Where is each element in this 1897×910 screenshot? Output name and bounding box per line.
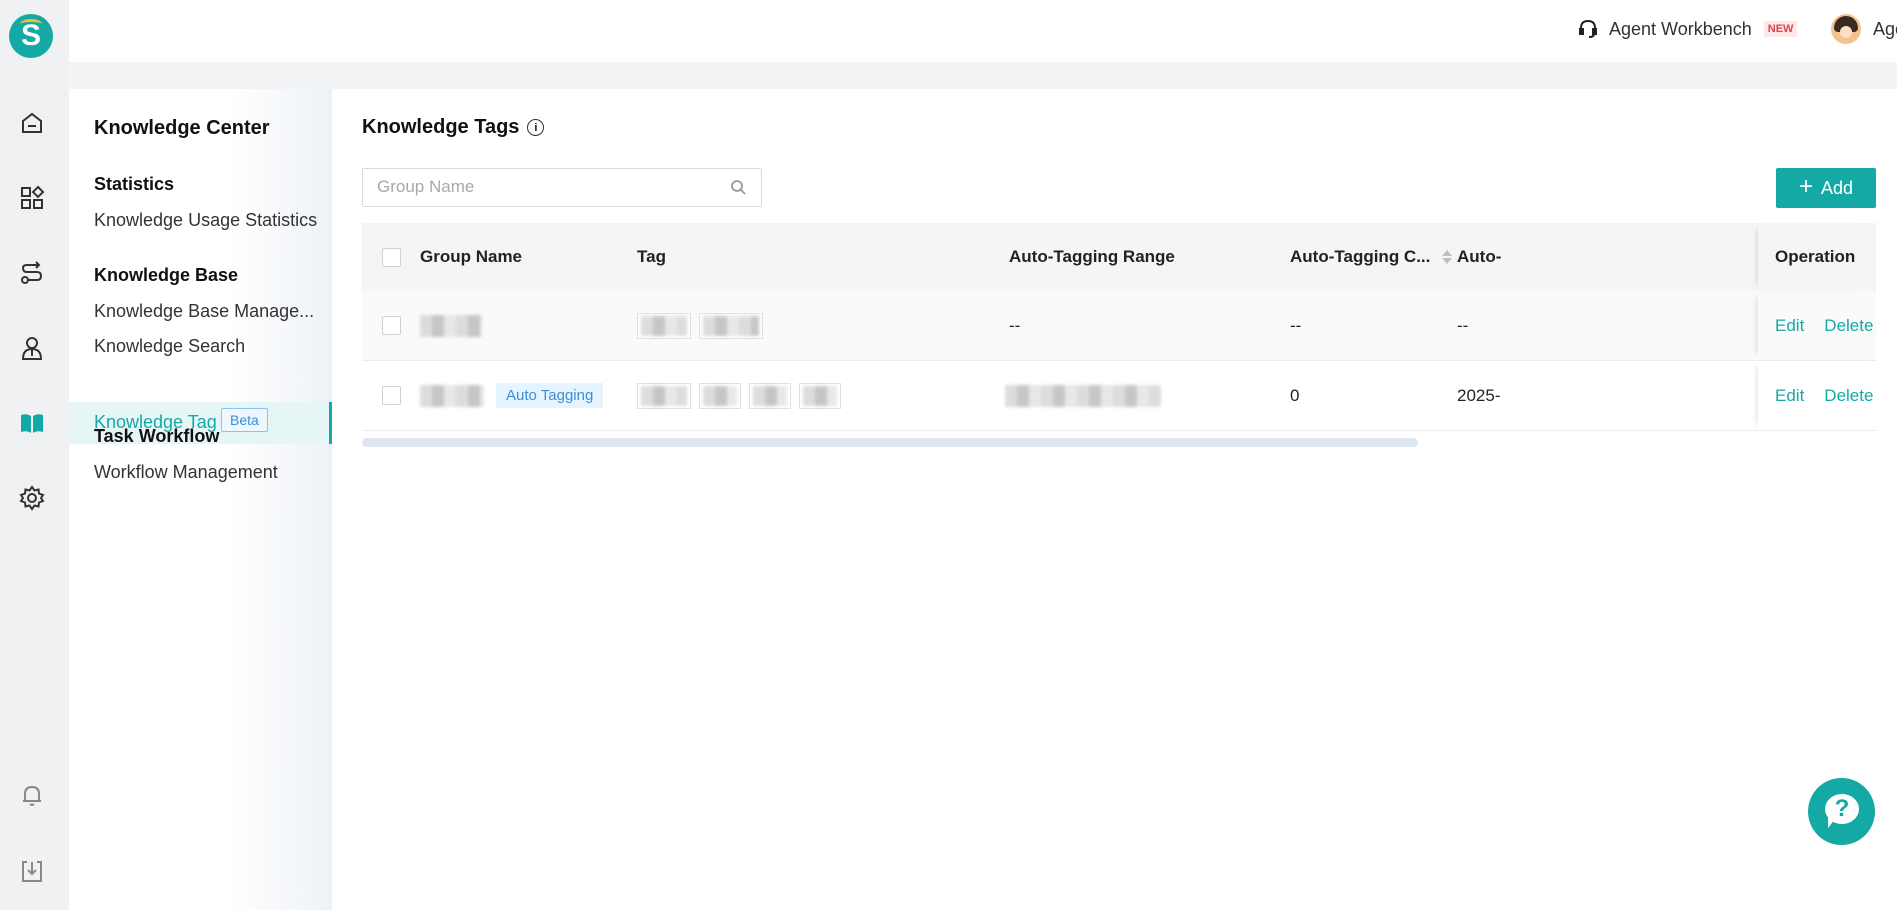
top-bar: Agent Workbench NEW Agent bbox=[69, 0, 1897, 62]
sort-icon[interactable] bbox=[1442, 250, 1453, 264]
group-name-cell: Auto Tagging bbox=[420, 361, 604, 430]
tag-chip bbox=[699, 312, 763, 339]
horizontal-scrollbar[interactable] bbox=[362, 438, 1418, 447]
plus-icon: + bbox=[1798, 173, 1813, 200]
knowledge-center-nav: Knowledge Center Statistics Knowledge Us… bbox=[69, 89, 332, 910]
help-bubble-tail bbox=[1828, 818, 1836, 828]
column-group-name: Group Name bbox=[420, 247, 523, 266]
nav-item-knowledge-usage-statistics[interactable]: Knowledge Usage Statistics bbox=[94, 210, 317, 231]
column-operation: Operation bbox=[1775, 247, 1856, 266]
auto-time-cell: 2025- bbox=[1457, 385, 1501, 405]
add-button[interactable]: + Add bbox=[1776, 168, 1876, 208]
agent-workbench-label: Agent Workbench bbox=[1609, 18, 1752, 39]
auto-time-cell: -- bbox=[1457, 315, 1469, 335]
nav-item-knowledge-search[interactable]: Knowledge Search bbox=[94, 336, 245, 357]
search-input[interactable] bbox=[363, 169, 703, 205]
user-menu[interactable]: Agent bbox=[1831, 14, 1897, 44]
nav-section-task-workflow: Task Workflow bbox=[94, 426, 220, 446]
info-icon[interactable]: i bbox=[527, 119, 545, 136]
row-checkbox[interactable] bbox=[382, 361, 401, 430]
new-badge: NEW bbox=[1763, 21, 1798, 37]
user-name: Agent bbox=[1873, 18, 1897, 39]
agent-workbench-link[interactable]: Agent Workbench NEW bbox=[1577, 18, 1798, 40]
app-logo[interactable]: S bbox=[9, 14, 53, 58]
column-auto-tagging-range: Auto-Tagging Range bbox=[1009, 247, 1175, 266]
operation-column-header: Operation bbox=[1758, 223, 1876, 291]
tag-chip bbox=[749, 382, 791, 409]
routing-icon[interactable] bbox=[17, 258, 47, 288]
column-tag: Tag bbox=[637, 247, 666, 266]
group-name-cell bbox=[420, 291, 490, 360]
auto-tagging-count-cell: -- bbox=[1290, 315, 1302, 335]
operation-links: Edit Delete bbox=[1775, 361, 1893, 430]
tag-cell bbox=[637, 291, 771, 360]
auto-tagging-range-cell: -- bbox=[1009, 315, 1021, 335]
avatar bbox=[1831, 14, 1861, 44]
tag-chip bbox=[637, 312, 691, 339]
page-title: Knowledge Tags i bbox=[362, 116, 545, 139]
column-auto-tagging-count[interactable]: Auto-Tagging C... bbox=[1290, 223, 1453, 291]
operation-cell: Edit Delete bbox=[1758, 291, 1876, 360]
table-row: Auto Tagging 0 2025- Edit Delete bbox=[362, 361, 1876, 431]
knowledge-book-icon[interactable] bbox=[17, 408, 47, 438]
search-icon[interactable] bbox=[730, 179, 747, 196]
column-auto-tagging-count-label: Auto-Tagging C... bbox=[1290, 247, 1431, 266]
select-all-checkbox[interactable] bbox=[382, 223, 401, 291]
nav-section-knowledge-base: Knowledge Base bbox=[94, 265, 239, 285]
help-button[interactable]: ? bbox=[1808, 778, 1875, 845]
auto-tagging-range-cell bbox=[1005, 361, 1169, 430]
tag-chip bbox=[699, 382, 741, 409]
edit-link[interactable]: Edit bbox=[1775, 316, 1804, 336]
main-panel: Knowledge Tags i + Add Group Name Tag Au… bbox=[332, 89, 1897, 910]
page-title-text: Knowledge Tags bbox=[362, 116, 520, 138]
group-name-search bbox=[362, 168, 762, 207]
column-auto-time: Auto- bbox=[1457, 247, 1502, 266]
row-checkbox[interactable] bbox=[382, 291, 401, 360]
bell-icon[interactable] bbox=[17, 780, 47, 810]
nav-title: Knowledge Center bbox=[94, 117, 270, 139]
apps-icon[interactable] bbox=[17, 183, 47, 213]
auto-tagging-count-cell: 0 bbox=[1290, 385, 1300, 405]
delete-link[interactable]: Delete bbox=[1824, 386, 1873, 406]
add-button-label: Add bbox=[1820, 177, 1854, 198]
tag-chip bbox=[799, 382, 841, 409]
auto-tagging-badge: Auto Tagging bbox=[496, 383, 604, 408]
nav-section-statistics: Statistics bbox=[94, 174, 175, 194]
operation-cell: Edit Delete bbox=[1758, 361, 1876, 430]
beta-badge: Beta bbox=[221, 408, 268, 432]
headset-icon bbox=[1579, 19, 1597, 38]
operation-links: Edit Delete bbox=[1775, 291, 1893, 360]
tag-chip bbox=[637, 382, 691, 409]
nav-item-workflow-management[interactable]: Workflow Management bbox=[94, 462, 278, 483]
edit-link[interactable]: Edit bbox=[1775, 386, 1804, 406]
left-rail: S bbox=[0, 0, 69, 910]
settings-icon[interactable] bbox=[17, 483, 47, 513]
tag-cell bbox=[637, 361, 849, 430]
table-header: Group Name Tag Auto-Tagging Range Auto-T… bbox=[362, 223, 1876, 291]
delete-link[interactable]: Delete bbox=[1824, 316, 1873, 336]
agent-icon[interactable] bbox=[17, 333, 47, 363]
table-row: -- -- -- Edit Delete bbox=[362, 291, 1876, 361]
nav-item-knowledge-base-management[interactable]: Knowledge Base Manage... bbox=[94, 301, 314, 322]
home-icon[interactable] bbox=[17, 108, 47, 138]
download-icon[interactable] bbox=[17, 856, 47, 886]
